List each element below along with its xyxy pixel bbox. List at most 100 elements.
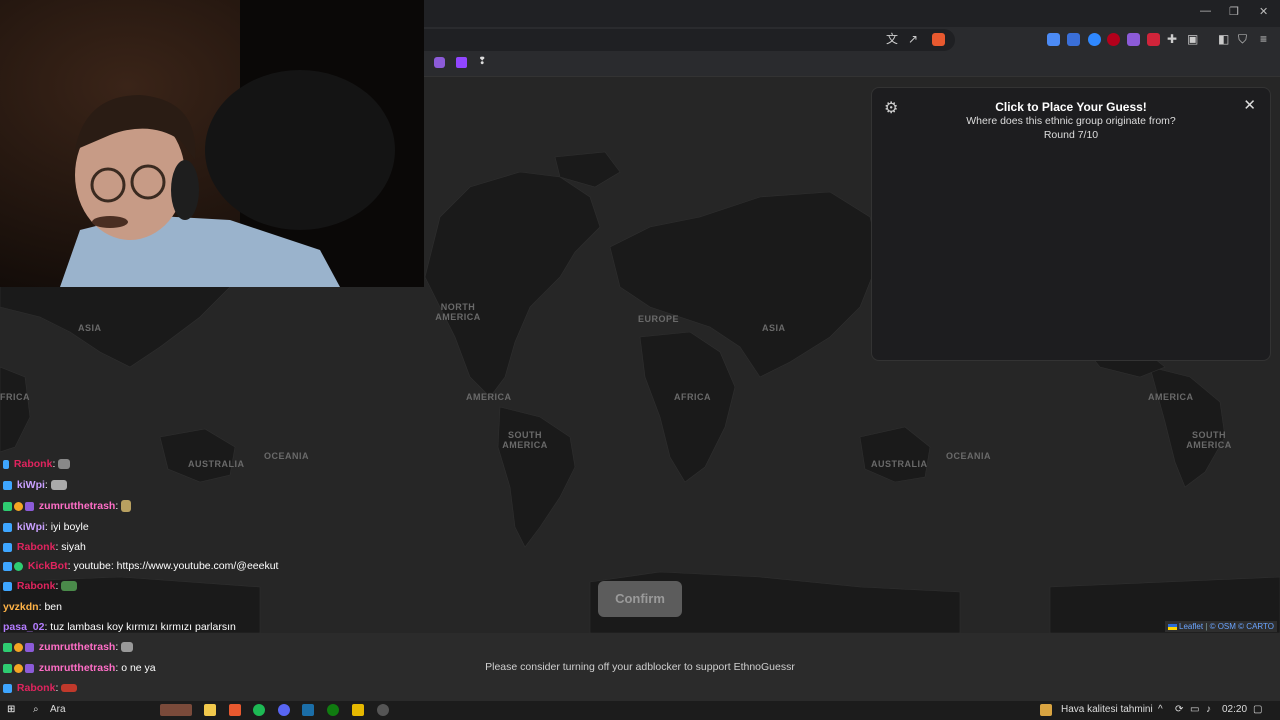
panel-title: Click to Place Your Guess! bbox=[995, 100, 1147, 114]
notifications-icon[interactable]: ▢ bbox=[1253, 704, 1262, 715]
chat-message: kiWpi: iyi boyle bbox=[3, 521, 89, 533]
africa-left-shape bbox=[0, 366, 31, 453]
extension-red-icon[interactable] bbox=[1147, 33, 1160, 46]
file-explorer-icon[interactable] bbox=[204, 704, 216, 716]
extension-image-icon[interactable] bbox=[1047, 33, 1060, 46]
webcam-image bbox=[0, 0, 424, 287]
guess-panel: ⚙ Click to Place Your Guess! Where does … bbox=[871, 87, 1271, 361]
label-south-america-right: SOUTH AMERICA bbox=[1186, 430, 1232, 450]
chat-username: Rabonk bbox=[16, 682, 56, 694]
chat-message: Rabonk: bbox=[3, 682, 78, 694]
taskbar-search-input[interactable]: Ara bbox=[50, 704, 66, 715]
chat-message: yvzkdn: ben bbox=[3, 601, 62, 613]
chat-message: kiWpi: bbox=[3, 479, 67, 491]
extension-s-icon[interactable] bbox=[1088, 33, 1101, 46]
bookmark-feather-icon[interactable] bbox=[434, 57, 445, 68]
chat-username: pasa_02 bbox=[3, 621, 45, 633]
gift-badge-icon bbox=[14, 501, 23, 511]
sidebar-icon[interactable]: ◧ bbox=[1218, 33, 1229, 46]
label-australia-mid: AUSTRALIA bbox=[871, 459, 928, 469]
chat-message: zumrutthetrash: bbox=[3, 641, 134, 653]
screenshot-icon[interactable]: ▣ bbox=[1187, 33, 1198, 46]
label-oceania-mid: OCEANIA bbox=[946, 451, 992, 461]
sword-badge-icon bbox=[3, 581, 12, 591]
chat-message: KickBot: youtube: https://www.youtube.co… bbox=[3, 560, 278, 572]
weather-text[interactable]: Hava kalitesi tahmini bbox=[1061, 704, 1153, 715]
minimize-icon[interactable]: — bbox=[1200, 5, 1211, 17]
sword-badge-icon bbox=[3, 480, 12, 490]
discord-icon[interactable] bbox=[278, 704, 290, 716]
chat-message: zumrutthetrash: o ne ya bbox=[3, 662, 156, 674]
sword-badge-icon bbox=[3, 522, 12, 532]
carto-link[interactable]: © CARTO bbox=[1238, 622, 1274, 631]
label-asia-mid: ASIA bbox=[762, 323, 786, 333]
south-america-shape bbox=[497, 406, 576, 548]
chat-username: KickBot bbox=[27, 560, 68, 572]
emote-icon bbox=[61, 684, 78, 693]
chat-text: ben bbox=[44, 601, 62, 613]
xbox-icon[interactable] bbox=[327, 704, 339, 716]
leaflet-link[interactable]: Leaflet bbox=[1179, 622, 1203, 631]
label-america-mid: AMERICA bbox=[466, 392, 512, 402]
attribution-separator: | bbox=[1205, 622, 1208, 631]
close-window-icon[interactable]: ✕ bbox=[1259, 5, 1268, 18]
vpn-shield-icon[interactable]: ⛉ bbox=[1238, 33, 1247, 46]
chat-username: kiWpi bbox=[16, 521, 45, 533]
obs-icon[interactable] bbox=[377, 704, 389, 716]
restore-icon[interactable]: ❐ bbox=[1229, 5, 1239, 18]
share-icon[interactable]: ↗ bbox=[908, 33, 918, 46]
sword-badge-icon bbox=[3, 542, 12, 552]
bookmark-exclaim-icon[interactable]: ❢ bbox=[478, 56, 486, 67]
label-north-america: NORTH AMERICA bbox=[435, 302, 481, 322]
close-panel-icon[interactable]: ✕ bbox=[1243, 96, 1256, 114]
brave-shield-icon[interactable] bbox=[932, 33, 945, 46]
chat-message: pasa_02: tuz lambası koy kırmızı kırmızı… bbox=[3, 621, 236, 633]
network-icon[interactable]: ▭ bbox=[1190, 704, 1199, 715]
chat-username: zumrutthetrash bbox=[38, 641, 116, 653]
sword-badge-icon bbox=[3, 683, 12, 693]
australia-shape bbox=[859, 426, 931, 483]
extensions-puzzle-icon[interactable]: ✚ bbox=[1167, 33, 1177, 46]
clock[interactable]: 02:20 bbox=[1222, 704, 1247, 715]
bookmark-twitch-icon[interactable] bbox=[456, 57, 467, 68]
sub-badge-icon bbox=[3, 642, 12, 652]
vip-badge-icon bbox=[25, 663, 34, 673]
windows-start-icon[interactable]: ⊞ bbox=[7, 704, 15, 715]
label-america-right: AMERICA bbox=[1148, 392, 1194, 402]
webcam-overlay bbox=[0, 0, 424, 287]
tray-sync-icon[interactable]: ⟳ bbox=[1175, 704, 1183, 715]
osm-link[interactable]: © OSM bbox=[1210, 622, 1236, 631]
steam-icon[interactable] bbox=[302, 704, 314, 716]
chat-message: zumrutthetrash: bbox=[3, 500, 132, 513]
africa-shape bbox=[639, 331, 736, 483]
chat-text: siyah bbox=[61, 541, 86, 553]
emote-icon bbox=[58, 459, 71, 470]
confirm-button[interactable]: Confirm bbox=[598, 581, 682, 617]
translate-icon[interactable]: 文 bbox=[886, 33, 898, 46]
chat-text: tuz lambası koy kırmızı kırmızı parlarsı… bbox=[50, 621, 236, 633]
league-icon[interactable] bbox=[352, 704, 364, 716]
north-america-shape bbox=[424, 171, 601, 398]
verified-badge-icon bbox=[14, 561, 23, 571]
vip-badge-icon bbox=[25, 642, 34, 652]
ublock-icon[interactable] bbox=[1107, 33, 1120, 46]
spotify-icon[interactable] bbox=[253, 704, 265, 716]
extension-audio-icon[interactable] bbox=[1067, 33, 1080, 46]
gift-badge-icon bbox=[14, 663, 23, 673]
tray-chevron-icon[interactable]: ^ bbox=[1158, 704, 1163, 715]
chat-message: Rabonk: siyah bbox=[3, 541, 86, 553]
search-icon[interactable]: ⌕ bbox=[33, 704, 39, 715]
sub-badge-icon bbox=[3, 501, 12, 511]
brave-browser-icon[interactable] bbox=[229, 704, 241, 716]
chat-username: zumrutthetrash bbox=[38, 662, 116, 674]
emote-icon bbox=[61, 581, 78, 592]
label-africa-mid: AFRICA bbox=[674, 392, 711, 402]
extension-feather-icon[interactable] bbox=[1127, 33, 1140, 46]
chat-message: Rabonk: bbox=[3, 580, 78, 592]
search-highlight-icon[interactable] bbox=[160, 704, 192, 716]
volume-icon[interactable]: ♪ bbox=[1206, 704, 1211, 715]
menu-icon[interactable]: ≡ bbox=[1260, 33, 1267, 46]
sword-badge-icon bbox=[3, 561, 12, 571]
label-europe: EUROPE bbox=[638, 314, 680, 324]
ukraine-flag-icon bbox=[1167, 623, 1177, 630]
